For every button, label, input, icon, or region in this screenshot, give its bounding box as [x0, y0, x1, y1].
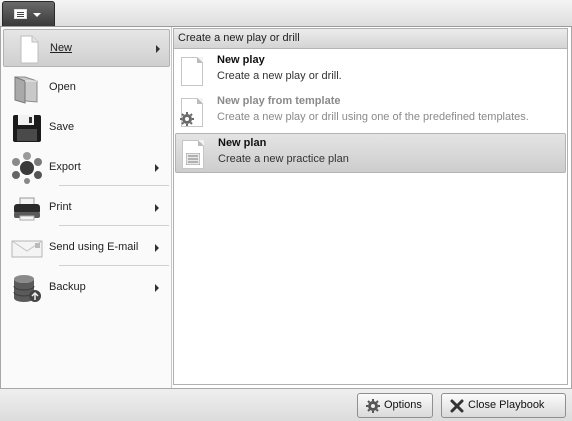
options-button[interactable]: Options — [357, 393, 433, 418]
submenu-arrow-icon — [155, 204, 159, 212]
menu-item-new[interactable]: New — [3, 29, 170, 67]
menu-item-label: New — [50, 42, 73, 54]
template-document-icon — [180, 98, 203, 127]
options-button-label: Options — [384, 399, 422, 411]
menu-item-label: Open — [49, 81, 76, 93]
submenu-arrow-icon — [155, 164, 159, 172]
menu-divider — [59, 225, 169, 226]
export-icon — [12, 152, 42, 184]
menu-item-print[interactable]: Print — [3, 189, 170, 227]
option-title: New play — [217, 54, 265, 66]
menu-item-send-email[interactable]: Send using E-mail — [3, 229, 170, 267]
menu-item-export[interactable]: Export — [3, 149, 170, 187]
option-description: Create a new practice plan — [218, 153, 349, 165]
option-title: New play from template — [217, 95, 341, 107]
folder-open-icon — [14, 76, 38, 104]
option-description: Create a new play or drill using one of … — [217, 111, 529, 123]
menu-item-backup[interactable]: Backup — [3, 269, 170, 307]
menu-item-open[interactable]: Open — [3, 69, 170, 107]
gear-icon — [366, 399, 380, 413]
footer-bar: Options Close Playbook — [0, 388, 572, 421]
menu-item-label: Save — [49, 121, 75, 133]
application-menu-button[interactable] — [2, 1, 55, 26]
blank-document-icon — [181, 57, 203, 86]
ribbon-top-bar — [0, 0, 572, 27]
close-playbook-label: Close Playbook — [468, 399, 545, 411]
panel-header: Create a new play or drill — [174, 29, 567, 49]
option-new-play[interactable]: New play Create a new play or drill. — [175, 51, 566, 91]
chevron-down-icon — [33, 13, 41, 17]
close-playbook-button[interactable]: Close Playbook — [441, 393, 566, 418]
submenu-arrow-icon — [155, 244, 159, 252]
file-menu: New Open Save Export Print Send using E-… — [1, 27, 172, 388]
plan-document-icon — [182, 140, 204, 169]
menu-item-label: Send using E-mail — [49, 241, 139, 253]
submenu-arrow-icon — [156, 45, 160, 53]
menu-divider — [59, 185, 169, 186]
option-new-plan[interactable]: New plan Create a new practice plan — [175, 133, 566, 173]
backstage-view: New Open Save Export Print Send using E-… — [0, 27, 572, 388]
document-list-icon — [14, 9, 27, 19]
database-backup-icon — [13, 275, 41, 302]
menu-item-save[interactable]: Save — [3, 109, 170, 147]
submenu-arrow-icon — [155, 284, 159, 292]
menu-item-label: Print — [49, 201, 72, 213]
new-submenu-panel: Create a new play or drill New play Crea… — [173, 28, 568, 385]
menu-divider — [59, 265, 169, 266]
email-envelope-icon — [11, 240, 43, 258]
option-title: New plan — [218, 137, 267, 149]
printer-icon — [14, 197, 40, 221]
close-icon — [450, 399, 464, 413]
menu-item-label: Export — [49, 161, 81, 173]
list-lines-icon — [186, 153, 200, 165]
option-new-play-from-template: New play from template Create a new play… — [175, 92, 566, 132]
new-document-icon — [20, 35, 39, 64]
menu-item-label: Backup — [49, 281, 86, 293]
gear-icon — [180, 112, 194, 126]
option-description: Create a new play or drill. — [217, 70, 342, 82]
floppy-disk-icon — [13, 115, 41, 142]
